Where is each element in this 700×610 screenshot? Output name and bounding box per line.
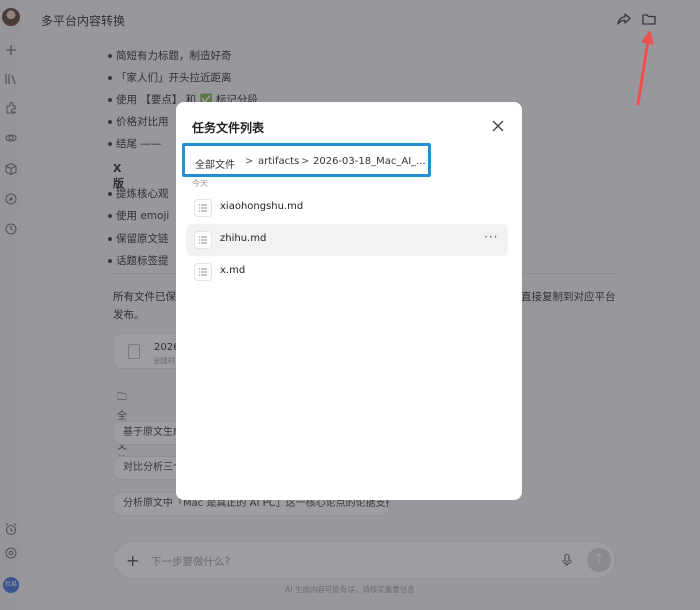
file-name: xiaohongshu.md xyxy=(220,201,304,212)
breadcrumb-item-all-files[interactable]: 全部文件 xyxy=(195,156,235,171)
file-row[interactable]: zhihu.md ··· xyxy=(186,224,508,256)
breadcrumb-item-current: 2026-03-18_Mac_AI_... xyxy=(313,156,425,167)
breadcrumb-separator: > xyxy=(301,156,310,167)
breadcrumb-separator: > xyxy=(245,156,254,167)
file-row[interactable]: x.md xyxy=(186,256,508,288)
file-row[interactable]: xiaohongshu.md xyxy=(186,192,508,224)
close-icon[interactable] xyxy=(490,118,506,134)
task-files-dialog: 任务文件列表 全部文件 > artifacts > 2026-03-18_Mac… xyxy=(176,102,522,500)
document-icon xyxy=(194,199,212,217)
breadcrumb: 全部文件 > artifacts > 2026-03-18_Mac_AI_... xyxy=(182,143,431,177)
file-name: x.md xyxy=(220,265,246,276)
dialog-title: 任务文件列表 xyxy=(192,121,265,135)
annotation-arrow-icon xyxy=(636,30,654,106)
document-icon xyxy=(194,231,212,249)
more-options-button[interactable]: ··· xyxy=(484,230,498,244)
breadcrumb-item-artifacts[interactable]: artifacts xyxy=(258,156,299,167)
document-icon xyxy=(194,263,212,281)
date-group-label: 今天 xyxy=(192,179,208,188)
file-name: zhihu.md xyxy=(220,233,267,244)
